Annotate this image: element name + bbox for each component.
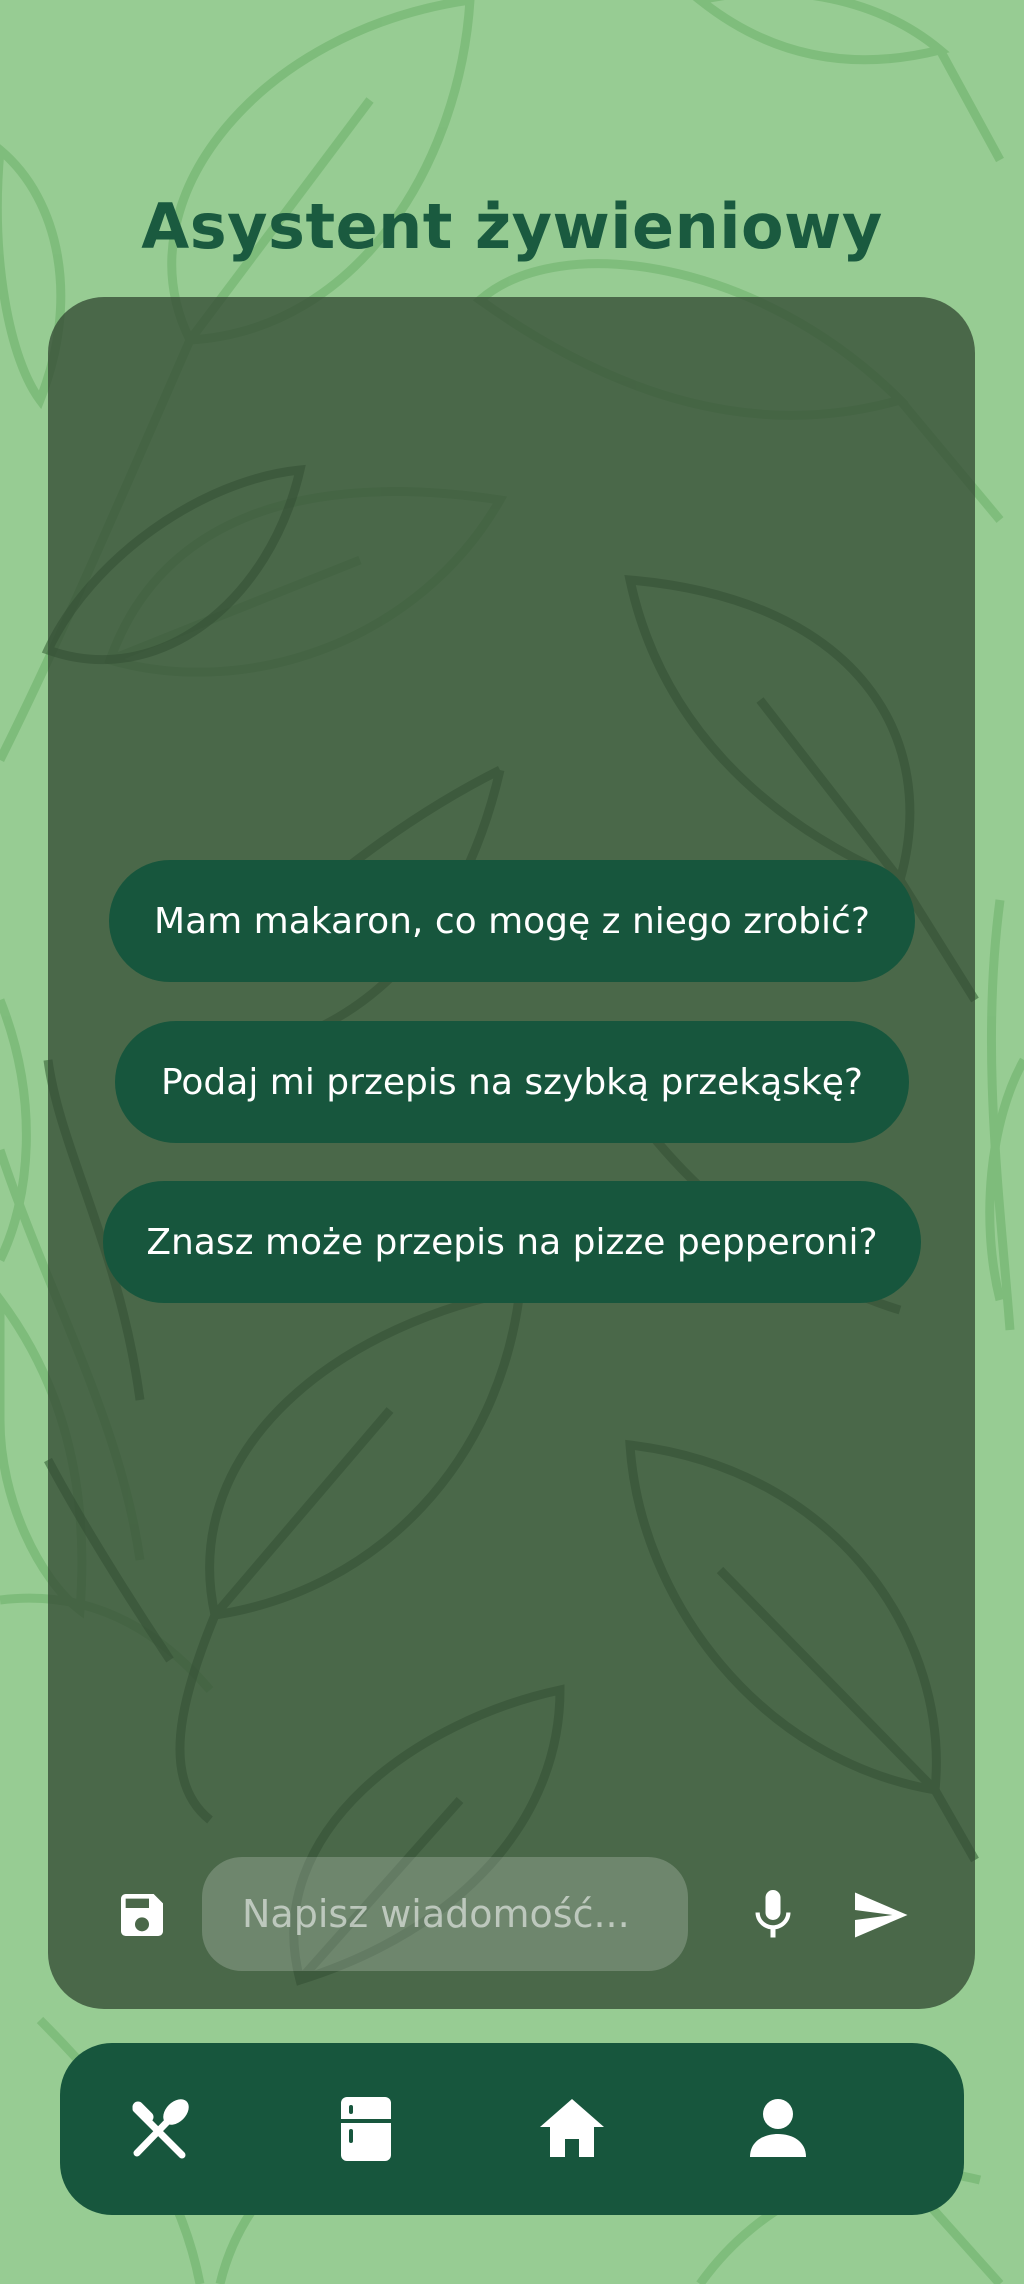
chat-panel: Mam makaron, co mogę z niego zrobić? Pod… bbox=[48, 297, 975, 2009]
fridge-icon bbox=[341, 2097, 391, 2161]
page-title: Asystent żywieniowy bbox=[141, 190, 883, 263]
microphone-icon bbox=[755, 1890, 791, 1938]
microphone-button[interactable] bbox=[743, 1885, 803, 1945]
nav-item-recipes[interactable] bbox=[120, 2089, 200, 2169]
bottom-navigation bbox=[60, 2043, 964, 2215]
send-icon bbox=[855, 1892, 908, 1938]
suggestion-chip[interactable]: Mam makaron, co mogę z niego zrobić? bbox=[109, 860, 915, 982]
nav-item-home[interactable] bbox=[532, 2089, 612, 2169]
suggestion-chip[interactable]: Znasz może przepis na pizze pepperoni? bbox=[103, 1181, 921, 1303]
home-icon bbox=[540, 2099, 604, 2157]
save-icon bbox=[121, 1894, 163, 1936]
nav-item-profile[interactable] bbox=[738, 2089, 818, 2169]
save-button[interactable] bbox=[114, 1887, 170, 1943]
cutlery-icon bbox=[132, 2099, 189, 2159]
message-input[interactable] bbox=[202, 1857, 688, 1971]
send-button[interactable] bbox=[850, 1885, 910, 1945]
person-icon bbox=[750, 2099, 806, 2157]
nav-item-fridge[interactable] bbox=[326, 2089, 406, 2169]
suggestion-chip[interactable]: Podaj mi przepis na szybką przekąskę? bbox=[115, 1021, 909, 1143]
